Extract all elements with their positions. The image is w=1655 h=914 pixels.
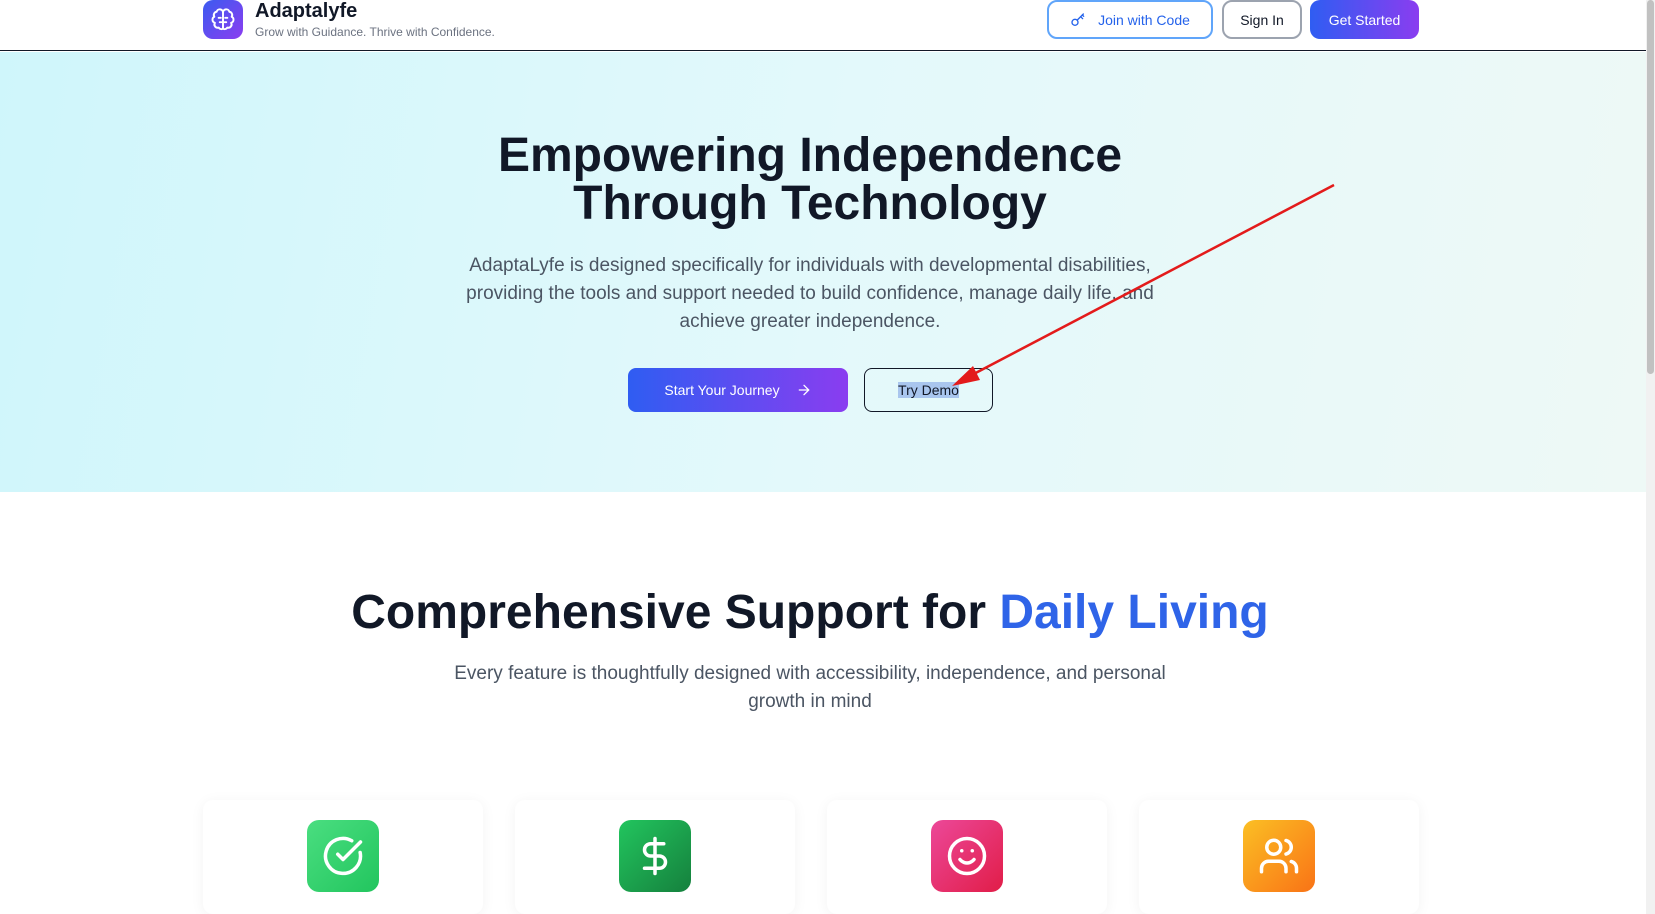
dollar-icon (619, 820, 691, 892)
start-your-journey-label: Start Your Journey (664, 382, 780, 398)
try-demo-label: Try Demo (898, 382, 959, 398)
hero-title-line1: Empowering Independence (497, 129, 1123, 182)
key-icon (1070, 12, 1086, 28)
feature-card[interactable] (827, 800, 1107, 914)
brand[interactable]: Adaptalyfe Grow with Guidance. Thrive wi… (203, 0, 495, 39)
sign-in-button[interactable]: Sign In (1222, 0, 1302, 39)
hero-title-line2: Through Technology (573, 177, 1047, 230)
feature-card[interactable] (515, 800, 795, 914)
feature-card[interactable] (1139, 800, 1419, 914)
users-icon (1243, 820, 1315, 892)
try-demo-button[interactable]: Try Demo (864, 368, 993, 412)
get-started-button[interactable]: Get Started (1310, 0, 1419, 39)
brain-logo-icon (203, 0, 243, 39)
get-started-label: Get Started (1328, 11, 1401, 28)
arrow-right-icon (796, 382, 812, 398)
smile-icon (931, 820, 1003, 892)
features-title: Comprehensive Support for Daily Living (0, 585, 1620, 641)
hero-section: Empowering Independence Through Technolo… (0, 52, 1646, 492)
brand-tagline: Grow with Guidance. Thrive with Confiden… (255, 25, 495, 39)
join-with-code-label: Join with Code (1098, 11, 1190, 28)
sign-in-label: Sign In (1240, 11, 1284, 28)
hero-description: AdaptaLyfe is designed specifically for … (466, 255, 1154, 332)
check-circle-icon (307, 820, 379, 892)
hero-title: Empowering Independence Through Technolo… (0, 132, 1620, 228)
features-title-accent: Daily Living (999, 586, 1269, 639)
scrollbar-thumb[interactable] (1647, 0, 1654, 374)
site-header: Adaptalyfe Grow with Guidance. Thrive wi… (0, 0, 1646, 51)
join-with-code-button[interactable]: Join with Code (1047, 0, 1213, 39)
features-description: Every feature is thoughtfully designed w… (454, 663, 1166, 712)
brand-name: Adaptalyfe (255, 0, 358, 22)
start-your-journey-button[interactable]: Start Your Journey (628, 368, 848, 412)
features-title-main: Comprehensive Support for (351, 586, 1000, 639)
feature-card[interactable] (203, 800, 483, 914)
